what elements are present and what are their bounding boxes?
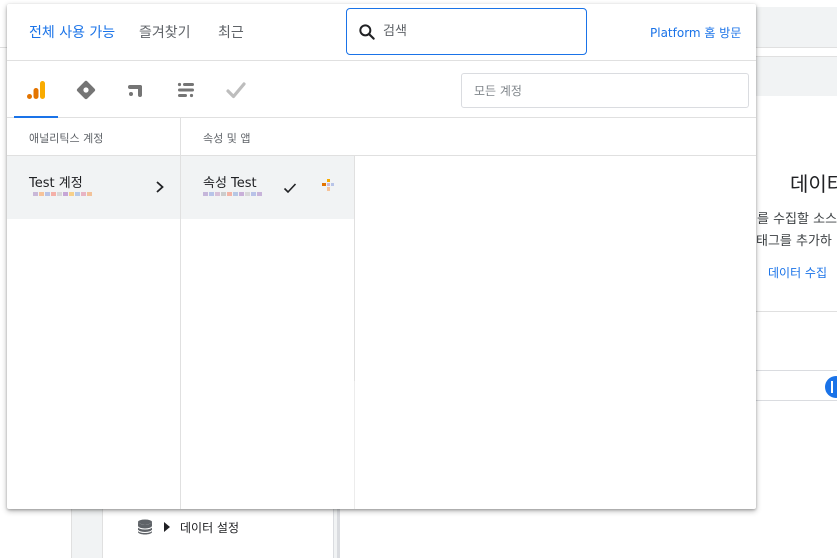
background-heading: 데이터 (790, 172, 837, 196)
properties-column-header: 속성 및 앱 (203, 132, 251, 145)
platform-home-link[interactable]: Platform 홈 방문 (650, 24, 741, 41)
selected-check-icon (283, 183, 297, 194)
tab-recent[interactable]: 최근 (218, 22, 244, 42)
product-tab-data-studio[interactable] (221, 75, 251, 105)
tag-manager-icon (76, 80, 96, 100)
checkmark-product-icon (226, 82, 246, 99)
nav-item-data-settings[interactable]: 데이터 설정 (136, 518, 239, 536)
search-icon (359, 23, 375, 40)
property-name: 속성 Test (203, 176, 257, 191)
background-text-line: 태그를 추가하 (756, 234, 832, 249)
property-list-item[interactable]: 속성 Test (181, 156, 354, 219)
surveys-icon (177, 82, 194, 98)
optimize-icon (128, 85, 142, 97)
product-switcher-row (7, 61, 756, 118)
product-tab-optimize[interactable] (121, 75, 151, 105)
column-divider (354, 381, 355, 509)
background-band (756, 56, 837, 96)
account-name: Test 계정 (29, 176, 83, 191)
product-tab-tag-manager[interactable] (71, 75, 101, 105)
column-divider (354, 156, 355, 381)
column-header-row: 애널리틱스 계정 속성 및 앱 (7, 118, 756, 156)
property-type-icon (322, 179, 334, 191)
expand-triangle-icon (164, 522, 170, 532)
property-id-redacted (203, 192, 262, 196)
background-text-line: 를 수집할 소스 (757, 212, 837, 227)
chevron-right-icon (156, 181, 164, 193)
background-top-bar-tail (756, 7, 837, 47)
database-icon (137, 519, 153, 535)
background-divider (756, 400, 837, 401)
tab-favorites[interactable]: 즐겨찾기 (139, 22, 191, 42)
google-analytics-icon (27, 81, 45, 99)
tab-all-available[interactable]: 전체 사용 가능 (29, 22, 115, 42)
background-divider (756, 370, 837, 371)
account-picker-popup: 전체 사용 가능 즐겨찾기 최근 Platform 홈 방문 (7, 4, 756, 509)
account-filter-box[interactable] (461, 73, 749, 108)
account-list-item[interactable]: Test 계정 (7, 156, 180, 219)
nav-item-label: 데이터 설정 (180, 520, 240, 535)
account-id-redacted (33, 192, 92, 196)
background-divider (756, 311, 837, 312)
accounts-column-header: 애널리틱스 계정 (29, 132, 104, 145)
search-input[interactable] (383, 24, 573, 39)
product-tab-analytics[interactable] (21, 75, 51, 105)
background-link[interactable]: 데이터 수집 (768, 264, 827, 281)
product-tab-surveys[interactable] (171, 75, 201, 105)
picker-tabs-row: 전체 사용 가능 즐겨찾기 최근 Platform 홈 방문 (7, 4, 756, 61)
account-filter-input[interactable] (474, 83, 734, 98)
search-box[interactable] (346, 8, 587, 55)
